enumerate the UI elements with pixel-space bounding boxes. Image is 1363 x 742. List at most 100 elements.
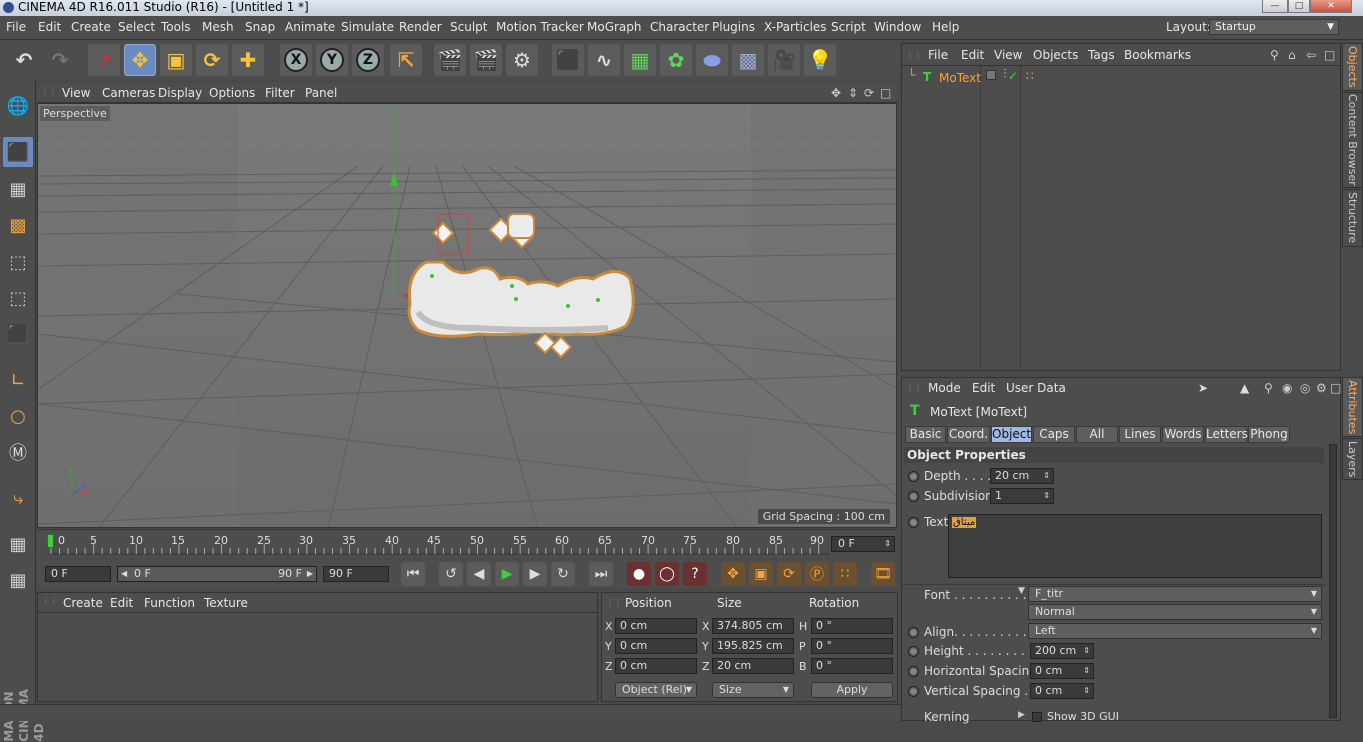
align-select[interactable]: Left ▼ — [1028, 623, 1322, 639]
array-button[interactable]: ✿ — [660, 44, 692, 76]
lock-icon[interactable]: ◉ — [1282, 381, 1292, 395]
lock-y-axis-button[interactable]: Y — [316, 44, 348, 76]
menu-window[interactable]: Window — [874, 20, 921, 34]
font-expand-icon[interactable]: ▼ — [1018, 586, 1025, 596]
layout-select[interactable]: Startup ▼ — [1209, 19, 1339, 35]
home-icon[interactable]: ⌂ — [1288, 48, 1296, 62]
frame-range-slider[interactable]: ◀ 0 F 90 F ▶ — [117, 566, 317, 582]
light-button[interactable]: 💡 — [804, 44, 836, 76]
zoom-view-icon[interactable]: ⇕ — [848, 86, 858, 100]
size-x-field[interactable]: 374.805 cm — [712, 618, 794, 634]
back-icon[interactable]: ⇦ — [1306, 48, 1316, 62]
subdivision-animate-radio[interactable] — [908, 491, 919, 502]
points-mode-button[interactable]: ⬚ — [3, 247, 33, 277]
search-icon[interactable]: ⚲ — [1264, 381, 1273, 395]
viewport-menu-display[interactable]: Display — [158, 86, 202, 100]
viewport-menu-options[interactable]: Options — [209, 86, 255, 100]
horizontal-spacing-animate-radio[interactable] — [908, 666, 919, 677]
menu-animate[interactable]: Animate — [285, 20, 335, 34]
height-animate-radio[interactable] — [908, 646, 919, 657]
playhead[interactable] — [47, 534, 54, 548]
position-z-field[interactable]: 0 cm — [615, 658, 697, 674]
viewport-menu-cameras[interactable]: Cameras — [102, 86, 155, 100]
menu-sculpt[interactable]: Sculpt — [450, 20, 487, 34]
deformer-button[interactable]: ⬬ — [696, 44, 728, 76]
nurbs-button[interactable]: ▦ — [624, 44, 656, 76]
material-menu-edit[interactable]: Edit — [110, 596, 133, 610]
horizontal-spacing-field[interactable]: 0 cm ⇕ — [1030, 663, 1094, 679]
tab-all[interactable]: All — [1076, 426, 1118, 443]
rotation-b-field[interactable]: 0 ° — [811, 658, 893, 674]
coordinate-system-button[interactable]: ⇱ — [390, 44, 422, 76]
snap-button[interactable]: Ⓜ — [3, 437, 33, 467]
lock-workplane-button[interactable]: ▦ — [3, 529, 33, 559]
toggle-view-icon[interactable]: □ — [880, 86, 891, 100]
attributes-menu-user-data[interactable]: User Data — [1006, 381, 1066, 395]
redo-button[interactable]: ↷ — [44, 44, 76, 76]
size-z-field[interactable]: 20 cm — [712, 658, 794, 674]
menu-create[interactable]: Create — [71, 20, 111, 34]
menu-render[interactable]: Render — [399, 20, 442, 34]
objects-menu-file[interactable]: File — [928, 48, 948, 62]
autokeying-button[interactable]: ◯ — [655, 562, 679, 586]
recent-tool-button[interactable]: ✚ — [232, 44, 264, 76]
position-y-field[interactable]: 0 cm — [615, 638, 697, 654]
side-tab-structure[interactable]: Structure — [1342, 189, 1363, 247]
material-menu-texture[interactable]: Texture — [204, 596, 248, 610]
viewport-menu-filter[interactable]: Filter — [265, 86, 295, 100]
tweak-mode-button[interactable]: ○ — [3, 401, 33, 431]
render-settings-button[interactable]: ⚙ — [506, 44, 538, 76]
target-icon[interactable]: ◎ — [1300, 381, 1310, 395]
attributes-menu-mode[interactable]: Mode — [928, 381, 961, 395]
size-mode-select[interactable]: Size ▼ — [712, 682, 794, 698]
font-style-select[interactable]: Normal ▼ — [1028, 604, 1322, 620]
lock-x-axis-button[interactable]: X — [280, 44, 312, 76]
camera-button[interactable]: 🎥 — [768, 44, 800, 76]
menu-snap[interactable]: Snap — [245, 20, 275, 34]
layer-icon[interactable] — [986, 70, 996, 80]
side-tab-attributes[interactable]: Attributes — [1342, 377, 1363, 437]
maximize-button[interactable]: □ — [1288, 0, 1310, 13]
point-level-key-button[interactable]: ∷ — [833, 562, 857, 586]
side-tab-layers[interactable]: Layers — [1342, 438, 1363, 480]
new-window-icon[interactable]: □ — [1330, 381, 1341, 395]
axis-mode-button[interactable]: ∟ — [3, 365, 33, 395]
edges-mode-button[interactable]: ⬚ — [3, 283, 33, 313]
viewport-menu-view[interactable]: View — [62, 86, 90, 100]
lock-z-axis-button[interactable]: Z — [352, 44, 384, 76]
magnet-button[interactable]: ⤷ — [3, 483, 33, 513]
align-animate-radio[interactable] — [908, 627, 919, 638]
menu-help[interactable]: Help — [932, 20, 959, 34]
next-key-button[interactable]: ↻ — [551, 562, 575, 586]
floor-button[interactable]: ▩ — [732, 44, 764, 76]
objects-menu-edit[interactable]: Edit — [961, 48, 984, 62]
rotate-view-icon[interactable]: ⟳ — [864, 86, 874, 100]
render-view-button[interactable]: 🎬 — [434, 44, 466, 76]
objects-menu-objects[interactable]: Objects — [1033, 48, 1078, 62]
depth-animate-radio[interactable] — [908, 471, 919, 482]
menu-mograph[interactable]: MoGraph — [587, 20, 642, 34]
record-active-objects-button[interactable]: ● — [627, 562, 651, 586]
material-menu-function[interactable]: Function — [144, 596, 195, 610]
rotation-key-button[interactable]: ⟳ — [777, 562, 801, 586]
tab-letters[interactable]: Letters — [1205, 426, 1248, 443]
make-editable-button[interactable]: 🌐 — [3, 91, 33, 121]
side-tab-content-browser[interactable]: Content Browser — [1342, 92, 1363, 188]
objects-menu-view[interactable]: View — [994, 48, 1022, 62]
menu-simulate[interactable]: Simulate — [341, 20, 394, 34]
pan-view-icon[interactable]: ✥ — [831, 86, 841, 100]
attributes-scrollbar[interactable] — [1329, 444, 1337, 718]
menu-select[interactable]: Select — [118, 20, 155, 34]
attributes-menu-edit[interactable]: Edit — [972, 381, 995, 395]
objects-menu-bookmarks[interactable]: Bookmarks — [1124, 48, 1191, 62]
menu-motion-tracker[interactable]: Motion Tracker — [496, 20, 584, 34]
height-field[interactable]: 200 cm ⇕ — [1030, 643, 1094, 659]
tab-caps[interactable]: Caps — [1033, 426, 1075, 443]
menu-file[interactable]: File — [6, 20, 26, 34]
minimize-button[interactable]: — — [1262, 0, 1288, 13]
close-button[interactable]: ✕ — [1310, 0, 1352, 13]
spline-tools-button[interactable]: ∿ — [588, 44, 620, 76]
model-mode-button[interactable]: ⬛ — [3, 137, 33, 167]
size-y-field[interactable]: 195.825 cm — [712, 638, 794, 654]
workplane-mode-button[interactable]: ▩ — [3, 210, 33, 240]
